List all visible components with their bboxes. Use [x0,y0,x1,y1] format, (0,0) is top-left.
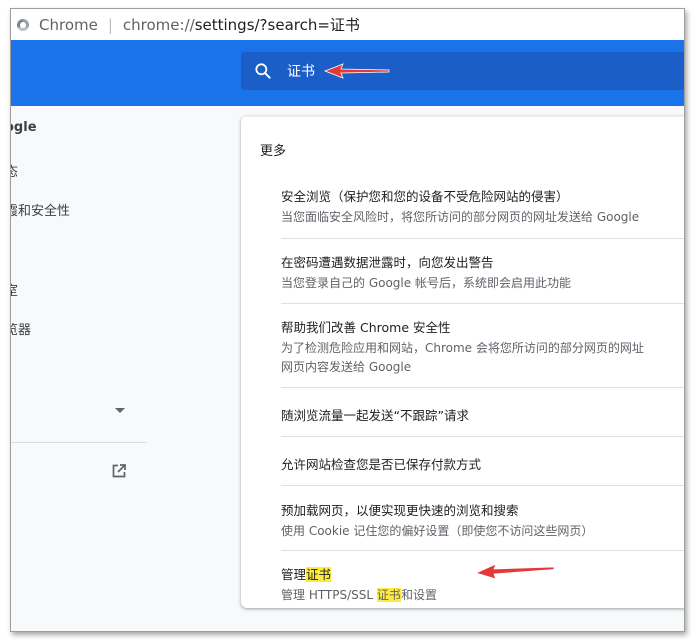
setting-title: 在密码遭遇数据泄露时，向您发出警告 [281,255,494,270]
section-title-more: 更多 [260,144,287,159]
browser-window: Chrome | chrome://settings/?search=证书 证书… [10,8,685,632]
open-in-new-icon[interactable] [111,463,127,479]
sidebar: ogle 态 霞和安全性 室 览器 [11,106,147,631]
search-highlight: 证书 [376,588,401,602]
sidebar-item-google[interactable]: ogle [11,120,37,135]
app-name: Chrome [39,15,98,34]
setting-row-preload[interactable]: 预加载网页，以便实现更快速的浏览和搜索 使用 Cookie 记住您的偏好设置（即… [281,485,684,540]
subtitle-text: 管理 HTTPS/SSL [281,588,377,602]
setting-title: 随浏览流量一起发送“不跟踪”请求 [281,408,469,423]
setting-row-safe-browsing[interactable]: 安全浏览（保护您和您的设备不受危险网站的侵害） 当您面临安全风险时，将您所访问的… [281,186,684,226]
sidebar-item-privacy-security[interactable]: 霞和安全性 [11,200,70,219]
sidebar-item-search-engine[interactable]: 室 [11,280,18,299]
setting-subtitle-line2: 网页内容发送给 Google [281,360,412,374]
caret-down-icon[interactable] [115,408,125,413]
search-highlight: 证书 [306,567,332,582]
setting-subtitle: 使用 Cookie 记住您的偏好设置（即使您不访问这些网页） [281,524,594,538]
settings-search-box[interactable]: 证书 [241,52,684,90]
address-bar[interactable]: Chrome | chrome://settings/?search=证书 [11,9,684,41]
address-separator: | [107,15,113,34]
setting-title: 安全浏览（保护您和您的设备不受危险网站的侵害） [281,189,569,204]
annotation-arrow-search [323,63,390,79]
setting-row-improve-security[interactable]: 帮助我们改善 Chrome 安全性 为了检测危险应用和网站，Chrome 会将您… [281,303,684,376]
setting-row-payment-methods[interactable]: 允许网站检查您是否已保存付款方式 [281,436,684,473]
search-icon[interactable] [253,61,273,81]
setting-title: 预加载网页，以便实现更快速的浏览和搜索 [281,503,519,518]
setting-subtitle: 当您面临安全风险时，将您所访问的部分网页的网址发送给 Google [281,210,640,224]
sidebar-divider [11,442,147,443]
url-text[interactable]: chrome://settings/?search=证书 [123,14,360,35]
subtitle-text-end: 和设置 [400,588,437,602]
url-path: settings/?search=证书 [194,16,360,34]
search-query[interactable]: 证书 [287,61,315,81]
setting-row-password-leak[interactable]: 在密码遭遇数据泄露时，向您发出警告 当您登录自己的 Google 帐号后，系统即… [281,238,684,292]
setting-row-do-not-track[interactable]: 随浏览流量一起发送“不跟踪”请求 [281,387,684,424]
setting-subtitle: 为了检测危险应用和网站，Chrome 会将您所访问的部分网页的网址 [281,341,644,355]
setting-title: 允许网站检查您是否已保存付款方式 [281,457,482,472]
setting-subtitle: 当您登录自己的 Google 帐号后，系统即会启用此功能 [281,276,571,290]
sidebar-item-autofill[interactable]: 态 [11,161,18,180]
sidebar-item-default-browser[interactable]: 览器 [11,319,31,338]
settings-card: 更多 安全浏览（保护您和您的设备不受危险网站的侵害） 当您面临安全风险时，将您所… [241,116,684,608]
setting-title: 帮助我们改善 Chrome 安全性 [281,320,451,335]
setting-subtitle: 管理 HTTPS/SSL 证书和设置 [281,587,684,604]
card-divider [241,116,684,117]
title-text: 管理 [281,567,307,582]
chrome-logo-icon [17,18,29,31]
annotation-arrow-certificates [474,563,555,580]
url-prefix: chrome:// [122,16,195,34]
